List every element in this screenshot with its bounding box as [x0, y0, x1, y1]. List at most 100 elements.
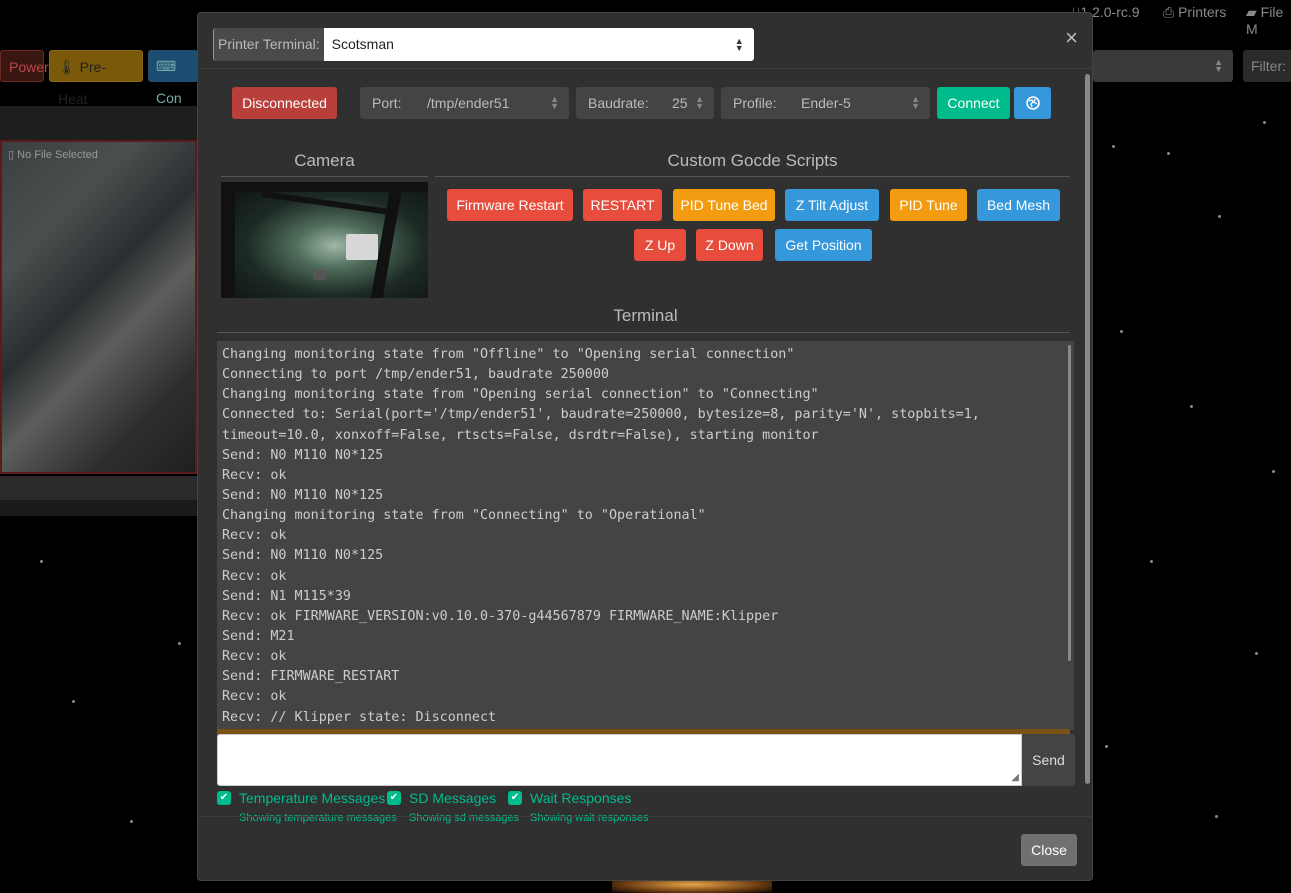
star	[1215, 815, 1218, 818]
baudrate-value: 25	[672, 95, 688, 111]
printer-select-group: Printer Terminal: Scotsman ▲ ▼	[213, 28, 754, 61]
select-arrows-icon: ▲ ▼	[734, 35, 744, 53]
modal-footer: Close	[198, 816, 1092, 880]
script-button-z-up[interactable]: Z Up	[634, 229, 686, 261]
script-button-pid-tune-bed[interactable]: PID Tune Bed	[673, 189, 775, 221]
terminal-line: Changing monitoring state from "Offline"…	[222, 347, 795, 362]
star	[1190, 405, 1193, 408]
terminal-scrollbar[interactable]	[1068, 345, 1071, 661]
terminal-line: Send: N0 M110 N0*125	[222, 487, 384, 503]
checkbox-checked-icon[interactable]: ✔	[217, 791, 231, 805]
script-button-firmware-restart[interactable]: Firmware Restart	[447, 189, 573, 221]
filter-label: Filter:	[1243, 50, 1291, 82]
terminal-line: Recv: ok	[222, 689, 287, 705]
baudrate-label: Baudrate:	[588, 95, 649, 111]
modal-body: Disconnected Port: /tmp/ender51 ▲ ▼ Baudr…	[198, 70, 1092, 824]
terminal-line: Recv: ok	[222, 528, 287, 544]
star	[1120, 330, 1123, 333]
camera-divider	[221, 176, 428, 177]
star	[1105, 745, 1108, 748]
script-button-restart[interactable]: RESTART	[583, 189, 662, 221]
console-button[interactable]: ⌨ Con	[148, 50, 198, 106]
terminal-line: timeout=10.0, xonxoff=False, rtscts=Fals…	[222, 427, 819, 443]
script-button-bed-mesh[interactable]: Bed Mesh	[977, 189, 1060, 221]
star	[72, 700, 75, 703]
star	[40, 560, 43, 563]
preheat-button[interactable]: 🌡 Pre-Heat	[49, 50, 143, 107]
port-select[interactable]: Port: /tmp/ender51 ▲ ▼	[360, 87, 569, 119]
printer-select[interactable]: Scotsman ▲ ▼	[323, 28, 754, 61]
select-arrows-icon: ▲ ▼	[550, 94, 559, 111]
terminal-line: Recv: ok FIRMWARE_VERSION:v0.10.0-370-g4…	[222, 608, 779, 624]
terminal-line: Send: FIRMWARE_RESTART	[222, 669, 400, 685]
profile-value: Ender-5	[801, 95, 851, 111]
power-button[interactable]: Power	[0, 50, 49, 82]
terminal-line: Connected to: Serial(port='/tmp/ender51'…	[222, 407, 980, 423]
globe-button[interactable]	[1014, 87, 1051, 119]
terminal-line: Recv: ok	[222, 568, 287, 584]
filter-sd-label: SD Messages	[409, 790, 497, 806]
terminal-line: Connecting to port /tmp/ender51, baudrat…	[222, 367, 609, 383]
script-button-pid-tune[interactable]: PID Tune	[890, 189, 967, 221]
profile-label: Profile:	[733, 95, 777, 111]
camera-gantry	[261, 190, 391, 216]
printer-select-value: Scotsman	[331, 36, 394, 52]
terminal-line: Changing monitoring state from "Connecti…	[222, 508, 706, 524]
nav-printers[interactable]: ⎙ Printers	[1163, 4, 1226, 21]
nav-files[interactable]: ▰ File M	[1246, 4, 1291, 37]
script-button-get-position[interactable]: Get Position	[775, 229, 872, 261]
star	[130, 820, 133, 823]
printer-terminal-modal: Printer Terminal: Scotsman ▲ ▼ × Disconne…	[197, 12, 1093, 881]
terminal-divider	[217, 332, 1070, 333]
background-panel-header	[0, 106, 197, 140]
port-label: Port:	[372, 95, 402, 111]
camera-feed[interactable]	[221, 182, 428, 298]
star	[1272, 470, 1275, 473]
connection-status-button[interactable]: Disconnected	[232, 87, 337, 119]
star	[1255, 652, 1258, 655]
terminal-line: Recv: ok	[222, 467, 287, 483]
background-camera: ▯ No File Selected	[0, 140, 197, 474]
terminal-line: Send: N0 M110 N0*125	[222, 548, 384, 564]
modal-scrollbar[interactable]	[1085, 74, 1090, 784]
camera-object	[346, 234, 378, 260]
send-button[interactable]: Send	[1022, 734, 1075, 786]
select-arrows-icon: ▲ ▼	[1214, 57, 1223, 74]
star	[1112, 145, 1115, 148]
close-button[interactable]: Close	[1021, 834, 1077, 866]
star	[1218, 215, 1221, 218]
command-input[interactable]: ◢	[217, 734, 1022, 786]
terminal-line: Recv: ok	[222, 649, 287, 665]
terminal-lines: Changing monitoring state from "Offline"…	[222, 345, 980, 730]
terminal-line: Recv: // Klipper state: Disconnect	[222, 709, 497, 725]
checkbox-checked-icon[interactable]: ✔	[387, 791, 401, 805]
terminal-line: Changing monitoring state from "Opening …	[222, 387, 819, 403]
command-row: ◢ Send	[217, 734, 1075, 786]
terminal-line: Send: M21	[222, 628, 295, 644]
globe-icon	[1025, 95, 1040, 111]
terminal-title: Terminal	[613, 306, 678, 325]
baudrate-select[interactable]: Baudrate: 25 ▲ ▼	[576, 87, 714, 119]
scripts-title: Custom Gocde Scripts	[667, 151, 838, 170]
star	[1150, 560, 1153, 563]
connect-button[interactable]: Connect	[937, 87, 1010, 119]
port-value: /tmp/ender51	[427, 95, 510, 111]
printer-icon: ⎙	[1163, 4, 1175, 20]
terminal-line: Send: N0 M110 N0*125	[222, 447, 384, 463]
star	[1167, 152, 1170, 155]
checkbox-checked-icon[interactable]: ✔	[508, 791, 522, 805]
terminal-line: Send: N1 M115*39	[222, 588, 351, 604]
script-button-z-tilt-adjust[interactable]: Z Tilt Adjust	[785, 189, 879, 221]
profile-select[interactable]: Profile: Ender-5 ▲ ▼	[721, 87, 930, 119]
gamepad-icon: ⌨	[156, 58, 177, 74]
filter-wait-label: Wait Responses	[530, 790, 632, 806]
select-arrows-icon: ▲ ▼	[911, 94, 920, 111]
background-select[interactable]: ▲ ▼	[1093, 50, 1233, 82]
script-button-z-down[interactable]: Z Down	[696, 229, 763, 261]
terminal-output[interactable]: Changing monitoring state from "Offline"…	[217, 341, 1074, 730]
close-icon[interactable]: ×	[1065, 27, 1078, 49]
camera-title: Camera	[294, 151, 355, 170]
resize-grip-icon[interactable]: ◢	[1011, 772, 1019, 783]
file-icon: ▯	[8, 149, 15, 161]
modal-header: Printer Terminal: Scotsman ▲ ▼ ×	[198, 13, 1092, 69]
